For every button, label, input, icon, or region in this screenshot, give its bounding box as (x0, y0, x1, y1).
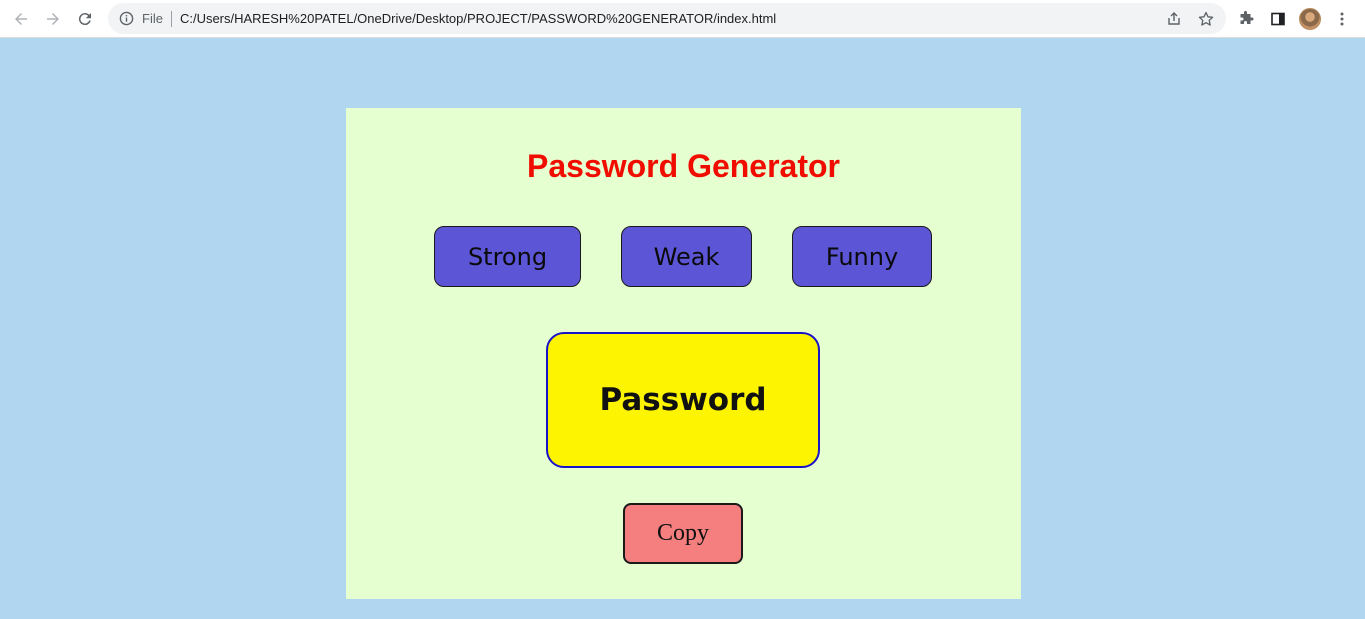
page-title: Password Generator (527, 148, 840, 184)
copy-button[interactable]: Copy (623, 503, 743, 564)
address-url[interactable]: C:/Users/HARESH%20PATEL/OneDrive/Desktop… (180, 11, 776, 26)
weak-button[interactable]: Weak (621, 226, 752, 287)
generator-card: Password Generator Strong Weak Funny Pas… (346, 108, 1021, 599)
extensions-icon[interactable] (1232, 5, 1260, 33)
forward-arrow-icon (47, 12, 59, 25)
star-icon[interactable] (1192, 5, 1220, 33)
side-panel-icon[interactable] (1264, 5, 1292, 33)
share-icon[interactable] (1160, 5, 1188, 33)
forward-button[interactable] (37, 3, 69, 35)
password-display: Password (546, 332, 820, 468)
address-bar[interactable]: File C:/Users/HARESH%20PATEL/OneDrive/De… (108, 3, 1226, 34)
info-icon[interactable] (118, 11, 134, 27)
reload-icon (78, 12, 91, 25)
funny-button[interactable]: Funny (792, 226, 932, 287)
browser-toolbar: File C:/Users/HARESH%20PATEL/OneDrive/De… (0, 0, 1365, 38)
avatar (1299, 7, 1321, 30)
back-arrow-icon (15, 12, 27, 25)
address-separator (170, 10, 172, 27)
address-scheme-label: File (142, 11, 163, 26)
back-button[interactable] (5, 3, 37, 35)
strong-button[interactable]: Strong (434, 226, 581, 287)
reload-button[interactable] (69, 3, 101, 35)
profile-avatar[interactable] (1296, 5, 1324, 33)
more-menu-icon[interactable] (1328, 5, 1356, 33)
